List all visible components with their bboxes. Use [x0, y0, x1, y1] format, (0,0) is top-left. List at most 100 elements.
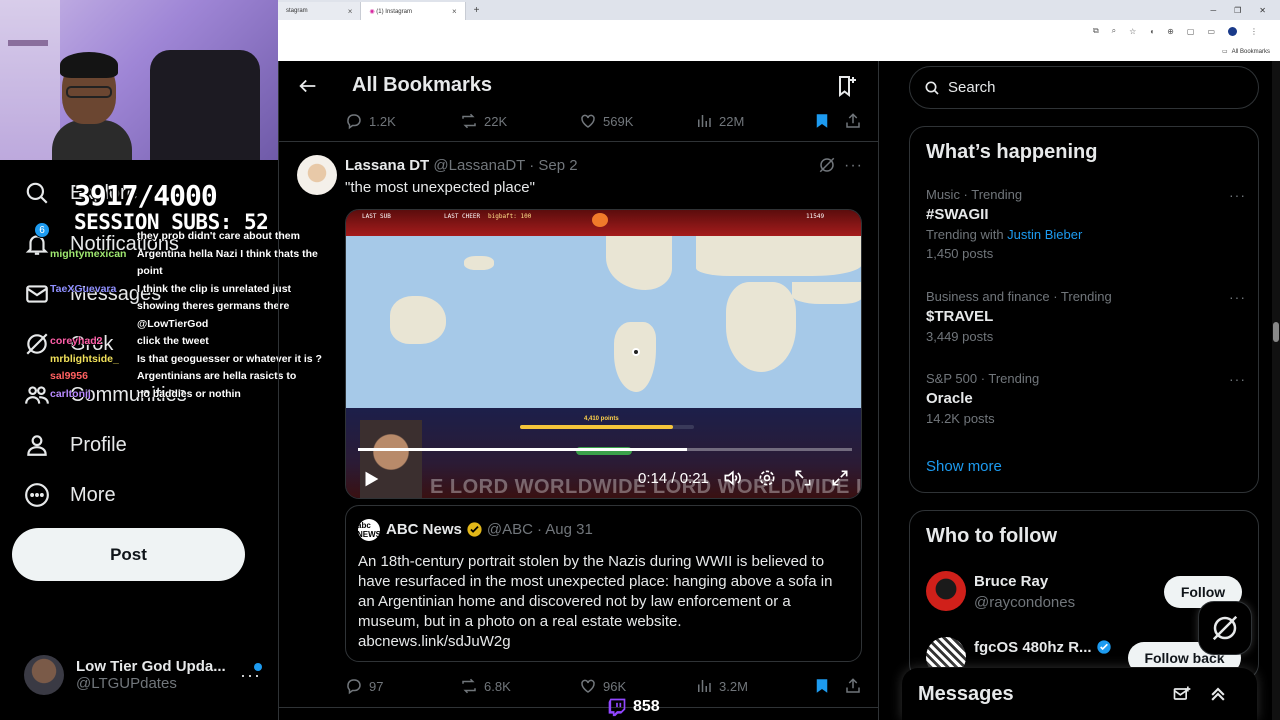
reply-icon — [347, 114, 361, 130]
bookmark-filled-icon[interactable] — [813, 677, 831, 695]
trend-posts: 14.2K posts — [926, 411, 995, 426]
follow-suggestion[interactable]: Bruce Ray @raycondones Follow — [926, 571, 1246, 615]
like-button[interactable]: 569K — [579, 112, 633, 130]
search-icon — [26, 182, 48, 204]
more-dots-icon[interactable]: ··· — [1229, 187, 1246, 203]
video-player[interactable]: LAST SUB LAST CHEER bigbaft: 100 11549 4… — [345, 209, 862, 499]
like-button[interactable]: 96K — [579, 677, 626, 695]
chevron-up-icon[interactable] — [1208, 684, 1228, 704]
fullscreen-icon[interactable] — [830, 468, 850, 488]
trend-meta: Business and finance · Trending — [926, 289, 1112, 304]
play-icon[interactable] — [360, 468, 382, 490]
trend-context: Trending with Justin Bieber — [926, 227, 1083, 242]
sound-icon[interactable]: ◖ — [1149, 27, 1154, 36]
profile-icon[interactable] — [1228, 26, 1237, 36]
nav-profile[interactable]: Profile — [24, 432, 127, 458]
reply-button[interactable]: 97 — [345, 677, 383, 695]
quote-link[interactable]: abcnews.link/sdJuW2g — [358, 632, 853, 652]
trend-item[interactable]: S&P 500 · Trending Oracle 14.2K posts ··… — [926, 371, 1246, 426]
browser-tab-active[interactable]: ◉ (1) Instagram × — [361, 2, 466, 20]
grok-icon[interactable] — [818, 156, 836, 174]
volume-icon[interactable] — [722, 468, 742, 488]
menu-icon[interactable]: ⋮ — [1250, 27, 1258, 36]
star-icon[interactable]: ☆ — [1129, 27, 1136, 36]
tweet-actions-prev: 1.2K 22K 569K 22M — [345, 111, 865, 131]
nav-more[interactable]: More — [24, 482, 116, 508]
cast-icon[interactable]: ⧉ — [1093, 26, 1099, 36]
video-progress[interactable] — [358, 448, 852, 451]
trend-posts: 1,450 posts — [926, 246, 994, 261]
repost-button[interactable]: 22K — [460, 112, 507, 130]
hud-last-sub: LAST SUB — [362, 213, 391, 220]
avatar — [926, 571, 966, 611]
restore-icon[interactable]: ❐ — [1234, 2, 1241, 20]
trend-link[interactable]: Justin Bieber — [1007, 227, 1082, 242]
trend-item[interactable]: Business and finance · Trending $TRAVEL … — [926, 289, 1246, 344]
post-button[interactable]: Post — [12, 528, 245, 581]
views-button[interactable]: 3.2M — [695, 677, 748, 695]
scrollbar-thumb[interactable] — [1273, 322, 1279, 342]
scrollbar[interactable] — [1272, 61, 1280, 720]
views-button[interactable]: 22M — [695, 112, 744, 130]
messages-drawer[interactable]: Messages — [902, 668, 1257, 720]
repost-icon — [462, 113, 476, 129]
twitch-icon — [608, 698, 626, 717]
more-dots-icon[interactable]: ··· — [1229, 289, 1246, 305]
quote-author-handle: @ABC — [486, 521, 533, 538]
grok-button[interactable] — [1198, 601, 1252, 655]
reply-icon — [347, 679, 361, 695]
trend-meta: S&P 500 · Trending — [926, 371, 1040, 386]
more-dots-icon[interactable]: ··· — [844, 157, 863, 175]
new-message-icon[interactable] — [1172, 684, 1192, 704]
bookmark-filled-icon[interactable] — [813, 112, 831, 130]
avatar[interactable] — [297, 155, 337, 195]
bookmark-add-icon[interactable] — [835, 74, 859, 98]
divider — [279, 707, 878, 708]
browser-tab[interactable]: stagram × — [278, 2, 362, 20]
share-icon[interactable] — [844, 112, 862, 130]
pip-icon[interactable] — [793, 468, 813, 488]
share-icon[interactable] — [844, 677, 862, 695]
minimize-icon[interactable]: ─ — [1210, 2, 1216, 20]
trend-item[interactable]: Music · Trending #SWAGII Trending with J… — [926, 187, 1246, 261]
puzzle-icon[interactable]: ⊕ — [1167, 27, 1174, 36]
suggestion-handle: @raycondones — [974, 594, 1076, 611]
close-window-icon[interactable]: ✕ — [1259, 2, 1266, 20]
map-pin-icon — [632, 348, 640, 356]
repost-button[interactable]: 6.8K — [460, 677, 511, 695]
account-switcher[interactable]: Low Tier God Upda... @LTGUPdates ··· — [24, 655, 264, 695]
search-input[interactable]: Search — [948, 79, 996, 96]
hud-last-cheer: LAST CHEER — [444, 213, 481, 220]
divider — [279, 141, 878, 142]
all-bookmarks-link[interactable]: All Bookmarks — [1232, 49, 1270, 55]
reply-count: 97 — [369, 678, 384, 694]
suggestion-name: Bruce Ray — [974, 573, 1049, 590]
main-column: All Bookmarks 1.2K 22K 569K 22M Lassana … — [278, 61, 879, 720]
tweet-text: "the most unexpected place" — [345, 179, 535, 196]
zoom-icon[interactable]: ⌕ — [1112, 26, 1116, 36]
tab-close-icon[interactable]: × — [348, 7, 353, 16]
chat-username: TaeXGuevara — [50, 282, 117, 295]
trend-posts: 3,449 posts — [926, 329, 994, 344]
tweet-date[interactable]: · Sep 2 — [529, 157, 577, 174]
person-icon — [27, 435, 47, 456]
new-tab-button[interactable]: + — [466, 2, 488, 20]
abc-logo: abc NEWS — [357, 519, 381, 541]
more-dots-icon[interactable]: ··· — [1229, 371, 1246, 387]
author-name[interactable]: Lassana DT — [345, 157, 429, 174]
search-box[interactable]: Search — [909, 66, 1259, 109]
show-more-link[interactable]: Show more — [926, 458, 1002, 475]
score-text: 4,410 points — [584, 416, 619, 422]
quoted-tweet[interactable]: abc NEWS ABC News @ABC · Aug 31 An 18th-… — [345, 505, 862, 662]
more-dots-icon[interactable]: ··· — [240, 665, 261, 686]
search-icon — [925, 81, 939, 95]
settings-gear-icon[interactable] — [757, 468, 777, 488]
author-handle[interactable]: @LassanaDT — [433, 157, 525, 174]
split-icon[interactable]: ▭ — [1207, 27, 1215, 36]
reply-button[interactable]: 1.2K — [345, 112, 396, 130]
tab-close-icon[interactable]: × — [452, 7, 457, 16]
streamer — [52, 48, 132, 160]
back-arrow-icon[interactable] — [297, 75, 319, 97]
video-time: 0:14 / 0:21 — [638, 470, 709, 487]
extension-icon[interactable]: ▢ — [1187, 27, 1195, 36]
